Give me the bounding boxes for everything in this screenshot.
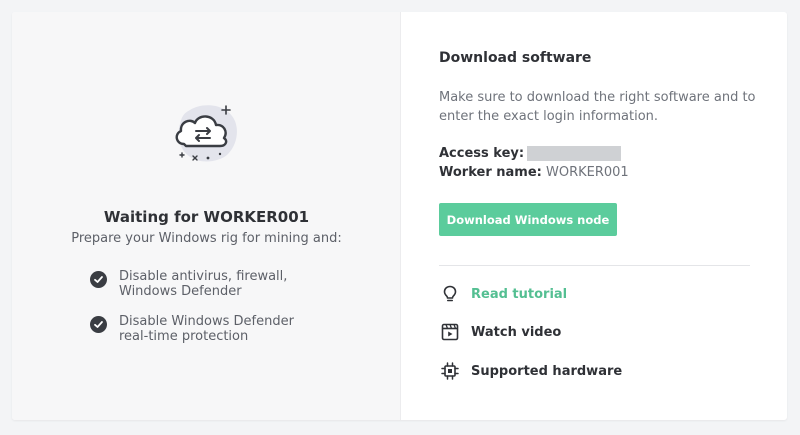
watch-video-label: Watch video	[471, 324, 562, 340]
access-key-label: Access key:	[439, 146, 525, 161]
worker-name-row: Worker name: WORKER001	[439, 165, 629, 180]
check-circle-icon	[90, 271, 107, 288]
check-circle-icon	[90, 316, 107, 333]
read-tutorial-link[interactable]: Read tutorial	[441, 285, 567, 303]
video-player-icon	[441, 323, 459, 341]
read-tutorial-label: Read tutorial	[471, 286, 568, 302]
step-text: Disable antivirus, firewall, Windows Def…	[119, 269, 288, 299]
step-item: Disable antivirus, firewall, Windows Def…	[90, 269, 319, 299]
watch-video-link[interactable]: Watch video	[441, 323, 561, 341]
worker-name-value: WORKER001	[546, 165, 629, 180]
download-windows-node-button[interactable]: Download Windows node	[439, 203, 617, 236]
divider	[439, 265, 750, 266]
waiting-subtitle: Prepare your Windows rig for mining and:	[71, 231, 342, 246]
cloud-sync-icon	[162, 96, 246, 180]
worker-name-label: Worker name:	[439, 165, 542, 180]
waiting-title: Waiting for WORKER001	[103, 208, 310, 226]
access-key-redacted	[527, 146, 622, 161]
lightbulb-icon	[441, 285, 459, 303]
download-title: Download software	[439, 50, 592, 66]
setup-card: Waiting for WORKER001 Prepare your Windo…	[12, 12, 787, 420]
access-key-row: Access key:	[439, 146, 622, 161]
download-panel: Download software Make sure to download …	[401, 12, 787, 420]
chip-icon	[441, 362, 459, 380]
step-item: Disable Windows Defender real-time prote…	[90, 314, 319, 344]
step-text: Disable Windows Defender real-time prote…	[119, 314, 294, 344]
download-description: Make sure to download the right software…	[439, 90, 756, 124]
supported-hardware-label: Supported hardware	[471, 363, 623, 379]
waiting-panel: Waiting for WORKER001 Prepare your Windo…	[12, 12, 401, 420]
supported-hardware-link[interactable]: Supported hardware	[441, 362, 622, 380]
